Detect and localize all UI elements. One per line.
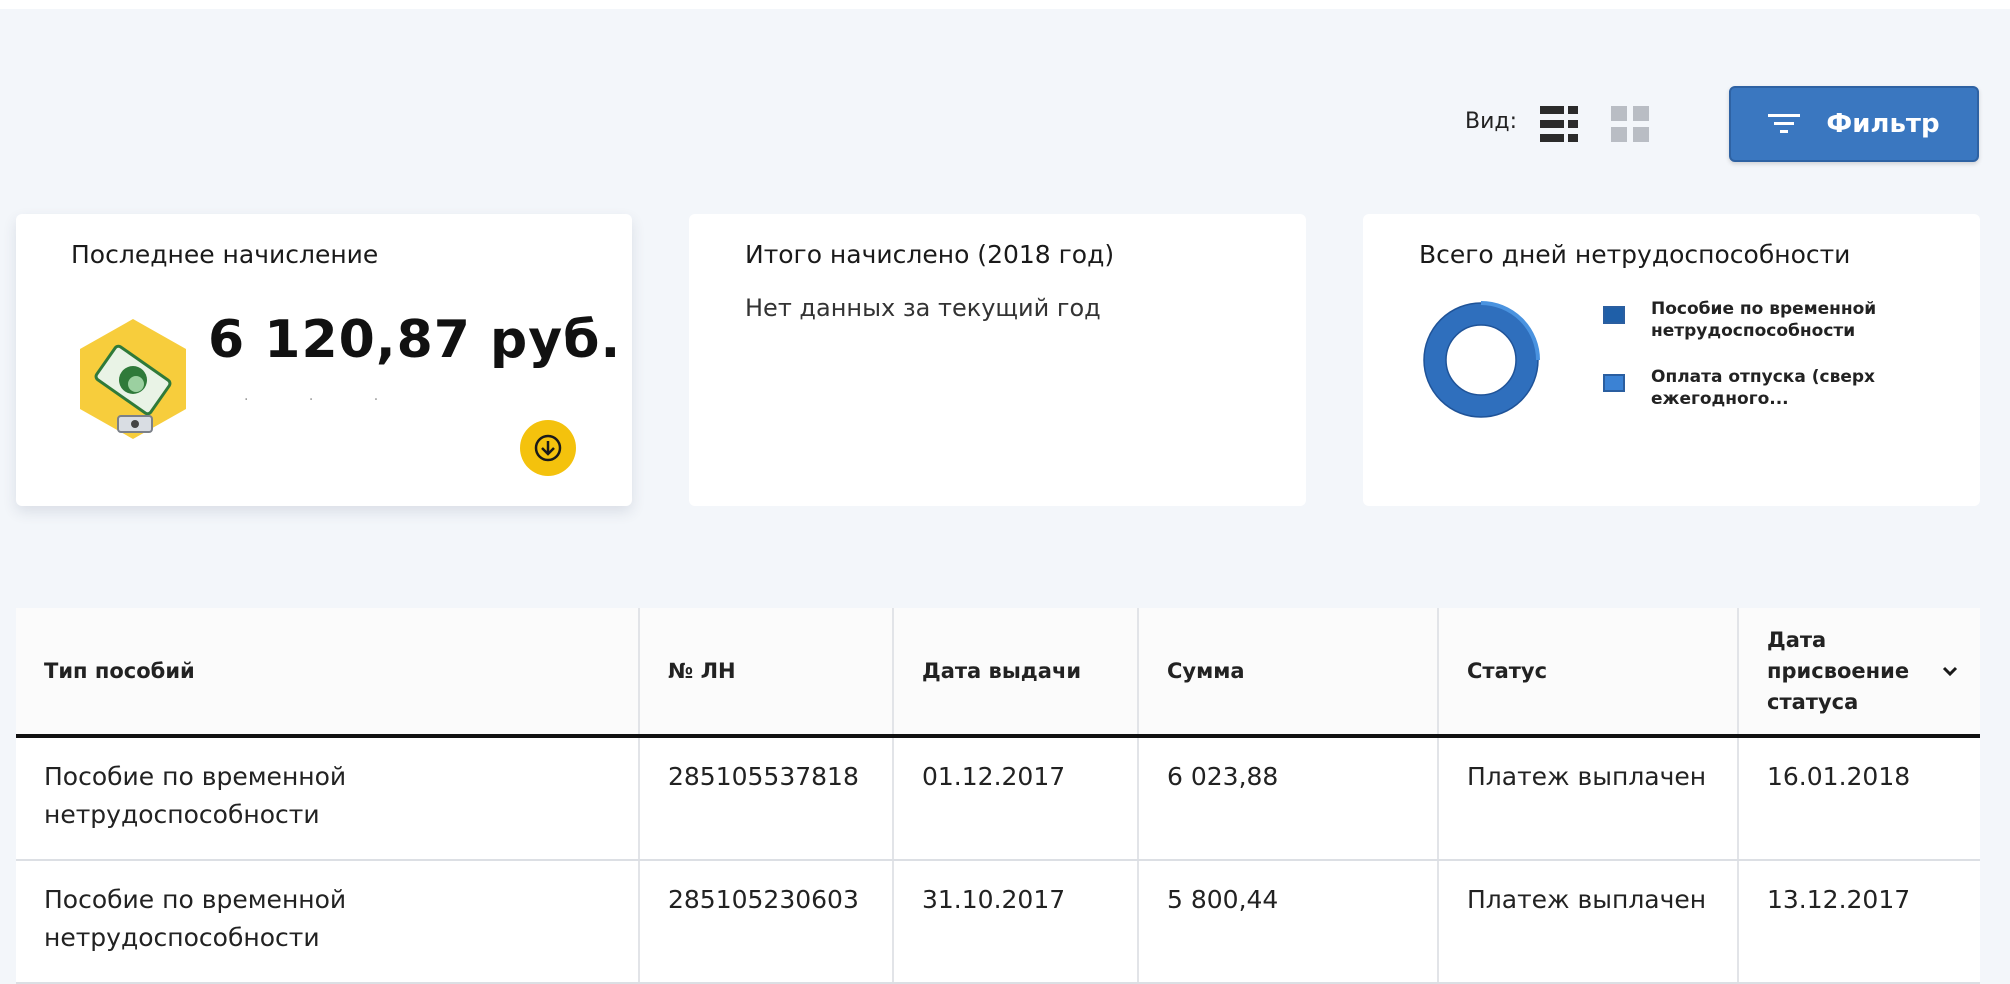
column-header-status[interactable]: Статус [1437, 608, 1737, 734]
filter-button-label: Фильтр [1826, 109, 1940, 139]
download-button[interactable] [520, 420, 576, 476]
total-accrued-card: Итого начислено (2018 год) Нет данных за… [689, 214, 1306, 506]
filter-button[interactable]: Фильтр [1729, 86, 1979, 162]
cell-sum: 5 800,44 [1137, 861, 1437, 982]
column-header-sum[interactable]: Сумма [1137, 608, 1437, 734]
download-arrow-icon [534, 434, 562, 462]
cell-number: 285105230603 [638, 861, 892, 982]
list-view-button[interactable] [1535, 100, 1583, 148]
legend-item: Оплата отпуска (сверх ежегодного... [1603, 366, 1891, 410]
cell-type-text: Пособие по временной нетрудоспособности [44, 762, 347, 829]
grid-view-icon [1611, 106, 1649, 142]
legend-label: Оплата отпуска (сверх ежегодного... [1651, 367, 1875, 409]
cell-sum: 6 023,88 [1137, 738, 1437, 859]
view-label: Вид: [1465, 109, 1518, 134]
total-days-card: Всего дней нетрудоспособности Пособие по… [1363, 214, 1980, 506]
total-accrued-title: Итого начислено (2018 год) [745, 240, 1115, 269]
top-strip [0, 0, 2010, 9]
cell-issue-date: 31.10.2017 [892, 861, 1137, 982]
legend-swatch [1603, 374, 1625, 392]
last-accrual-title: Последнее начисление [71, 240, 379, 269]
cell-status-date: 16.01.2018 [1737, 738, 1980, 859]
cell-type-text: Пособие по временной нетрудоспособности [44, 885, 347, 952]
page: Вид: Фильтр Последнее начисление 6 120,8… [0, 0, 2010, 984]
legend-swatch [1603, 306, 1625, 324]
column-header-issue-date[interactable]: Дата выдачи [892, 608, 1137, 734]
last-accrual-amount: 6 120,87 руб. [208, 310, 622, 370]
list-view-icon [1540, 106, 1578, 142]
cell-issue-date: 01.12.2017 [892, 738, 1137, 859]
cell-type: Пособие по временной нетрудоспособности [16, 861, 638, 982]
table-row[interactable]: Пособие по временной нетрудоспособности … [16, 738, 1980, 861]
cell-status: Платеж выплачен [1437, 861, 1737, 982]
last-accrual-subtext: · · · [244, 392, 407, 408]
column-header-type[interactable]: Тип пособий [16, 608, 638, 734]
legend-label: Пособие по временной нетрудоспособности [1651, 299, 1877, 341]
legend-item: Пособие по временной нетрудоспособности [1603, 298, 1891, 342]
table-header: Тип пособий № ЛН Дата выдачи Сумма Стату… [16, 608, 1980, 738]
filter-icon [1768, 114, 1801, 133]
grid-view-button[interactable] [1606, 100, 1654, 148]
cell-status-date: 13.12.2017 [1737, 861, 1980, 982]
cell-number: 285105537818 [638, 738, 892, 859]
total-days-title: Всего дней нетрудоспособности [1419, 240, 1851, 269]
days-donut-chart [1423, 301, 1540, 418]
column-header-number[interactable]: № ЛН [638, 608, 892, 734]
cell-status: Платеж выплачен [1437, 738, 1737, 859]
last-accrual-card: Последнее начисление 6 120,87 руб. · · · [16, 214, 632, 506]
cell-type: Пособие по временной нетрудоспособности [16, 738, 638, 859]
column-header-status-date-label: Дата присвоение статуса [1767, 627, 1910, 714]
table-row[interactable]: Пособие по временной нетрудоспособности … [16, 861, 1980, 984]
total-accrued-message: Нет данных за текущий год [745, 294, 1101, 322]
money-icon [80, 319, 186, 439]
column-header-status-date[interactable]: Дата присвоение статуса [1737, 608, 1980, 734]
chevron-down-icon[interactable] [1939, 660, 1961, 682]
benefits-table: Тип пособий № ЛН Дата выдачи Сумма Стату… [16, 608, 1980, 984]
